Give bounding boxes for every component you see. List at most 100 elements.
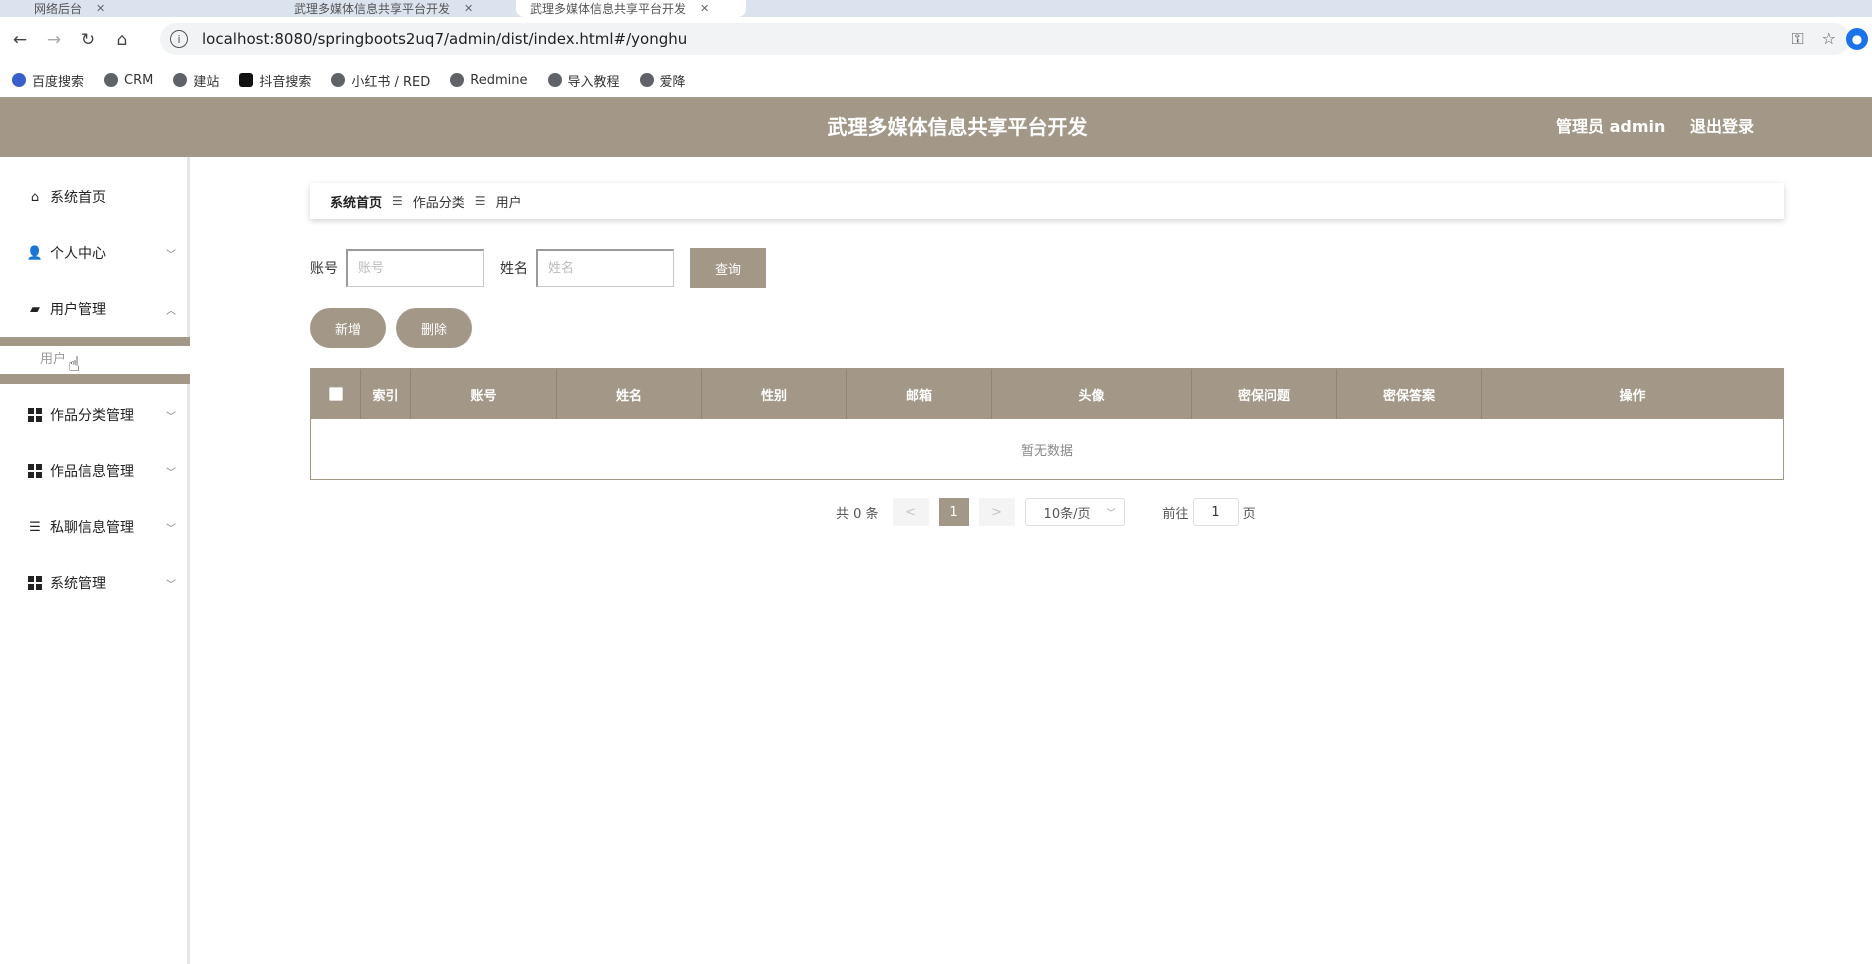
sidebar-item-category-management[interactable]: 作品分类管理 ﹀ <box>0 387 190 443</box>
address-bar: ← → ↻ ⌂ i localhost:8080/springboots2uq7… <box>0 17 1872 63</box>
goto-page-input[interactable] <box>1192 498 1239 526</box>
bookmark-label: CRM <box>124 72 154 88</box>
user-icon: 👤 <box>26 245 44 261</box>
site-info-icon[interactable]: i <box>170 30 188 48</box>
account-label: 账号 <box>310 261 338 277</box>
separator-icon: ☰ <box>392 194 403 208</box>
bookmark-item[interactable]: CRM <box>104 73 153 88</box>
bookmark-label: Redmine <box>470 72 528 88</box>
bookmark-item[interactable]: 导入教程 <box>547 71 620 90</box>
sidebar-item-label: 系统首页 <box>50 190 106 206</box>
sidebar-item-user-management[interactable]: ▰ 用户管理 ︿ <box>0 281 190 337</box>
page-size-select[interactable]: 10条/页 ﹀ <box>1024 498 1125 526</box>
back-icon[interactable]: ← <box>6 26 34 54</box>
star-icon[interactable]: ☆ <box>1822 29 1836 49</box>
tab-label: 武理多媒体信息共享平台开发 <box>530 2 687 16</box>
column-header: 头像 <box>992 369 1192 419</box>
close-icon[interactable]: ✕ <box>464 2 473 15</box>
close-icon[interactable]: ✕ <box>96 2 105 15</box>
breadcrumb-item-category: 作品分类 <box>412 195 465 211</box>
column-header: 性别 <box>702 369 847 419</box>
column-header: 姓名 <box>557 369 702 419</box>
name-input[interactable] <box>536 249 674 287</box>
account-input[interactable] <box>346 249 484 287</box>
globe-icon <box>639 73 654 87</box>
name-label: 姓名 <box>500 261 528 277</box>
grid-icon <box>28 576 42 590</box>
sidebar-item-works-management[interactable]: 作品信息管理 ﹀ <box>0 443 190 499</box>
chevron-down-icon: ﹀ <box>166 467 176 479</box>
chevron-down-icon: ﹀ <box>166 249 176 261</box>
home-icon: ⌂ <box>30 189 40 205</box>
grid-icon <box>28 464 42 478</box>
sidebar-item-label: 系统管理 <box>50 576 106 592</box>
bookmark-item[interactable]: 小红书 / RED <box>331 71 430 90</box>
table-header: 索引 账号 姓名 性别 邮箱 头像 密保问题 密保答案 操作 <box>311 369 1783 419</box>
add-button[interactable]: 新增 <box>310 308 386 348</box>
baidu-icon <box>12 73 26 87</box>
home-icon[interactable]: ⌂ <box>108 26 136 54</box>
query-button[interactable]: 查询 <box>690 248 766 288</box>
sidebar-item-label: 作品分类管理 <box>50 408 134 424</box>
users-table: 索引 账号 姓名 性别 邮箱 头像 密保问题 密保答案 操作 暂无数据 <box>310 368 1784 480</box>
chat-icon: ▰ <box>30 301 40 317</box>
select-all-cell <box>311 369 361 419</box>
logout-button[interactable]: 退出登录 <box>1690 97 1754 157</box>
bookmark-item[interactable]: 爱降 <box>639 71 686 90</box>
bookmark-label: 建站 <box>193 74 220 90</box>
column-header: 邮箱 <box>847 369 992 419</box>
bookmark-label: 小红书 / RED <box>351 74 431 90</box>
key-icon[interactable]: ⚿ <box>1791 29 1803 49</box>
reload-icon[interactable]: ↻ <box>74 26 102 54</box>
tab-label: 武理多媒体信息共享平台开发 <box>294 2 451 16</box>
sidebar-item-label: 作品信息管理 <box>50 464 134 480</box>
next-page-button[interactable]: > <box>978 498 1015 526</box>
tiktok-icon <box>239 73 254 87</box>
column-header: 索引 <box>361 369 411 419</box>
close-icon[interactable]: ✕ <box>700 2 709 15</box>
bookmark-label: 百度搜索 <box>32 74 85 90</box>
admin-label: 管理员 admin <box>1556 117 1666 136</box>
globe-icon <box>173 73 188 87</box>
browser-tab-3[interactable]: 武理多媒体信息共享平台开发 ✕ <box>516 0 746 17</box>
total-count: 共 0 条 <box>836 506 879 522</box>
globe-icon <box>450 73 465 87</box>
forward-icon[interactable]: → <box>40 26 68 54</box>
page-size-value: 10条/页 <box>1043 506 1091 522</box>
column-header: 操作 <box>1619 388 1646 404</box>
url-text: localhost:8080/springboots2uq7/admin/dis… <box>202 30 688 48</box>
bookmark-item[interactable]: Redmine <box>450 72 528 88</box>
chevron-up-icon: ︿ <box>166 305 176 317</box>
select-all-checkbox[interactable] <box>328 387 343 401</box>
sidebar-subitem-users[interactable]: 用户 <box>0 346 190 374</box>
bookmark-item[interactable]: 建站 <box>173 71 219 90</box>
bookmarks-bar: 百度搜索 CRM 建站 抖音搜索 小红书 / RED Redmine 导入教程 … <box>0 63 1872 97</box>
globe-icon <box>547 73 562 87</box>
sidebar-item-personal-center[interactable]: 👤 个人中心 ﹀ <box>0 225 190 281</box>
sliders-icon: ☰ <box>29 519 41 535</box>
browser-tab-1[interactable]: 网络后台 ✕ <box>20 0 270 17</box>
chevron-down-icon: ﹀ <box>166 579 176 591</box>
app-header: 武理多媒体信息共享平台开发 管理员 admin 退出登录 <box>0 97 1872 157</box>
bookmark-label: 抖音搜索 <box>259 74 312 90</box>
bookmark-item[interactable]: 抖音搜索 <box>239 71 311 90</box>
sidebar-item-private-message-management[interactable]: ☰ 私聊信息管理 ﹀ <box>0 499 190 555</box>
action-row: 新增 删除 <box>310 308 472 348</box>
browser-tab-2[interactable]: 武理多媒体信息共享平台开发 ✕ <box>280 0 510 17</box>
prev-page-button[interactable]: < <box>892 498 929 526</box>
url-field[interactable]: i localhost:8080/springboots2uq7/admin/d… <box>160 23 1850 55</box>
column-header: 密保问题 <box>1192 369 1337 419</box>
profile-icon[interactable]: ● <box>1846 28 1868 50</box>
grid-icon <box>28 408 42 422</box>
delete-button[interactable]: 删除 <box>396 308 472 348</box>
sidebar-item-home[interactable]: ⌂ 系统首页 <box>0 169 190 225</box>
breadcrumb: 系统首页 ☰ 作品分类 ☰ 用户 <box>310 183 1784 219</box>
bookmark-label: 爱降 <box>659 74 686 90</box>
page-number[interactable]: 1 <box>938 498 969 526</box>
bookmark-item[interactable]: 百度搜索 <box>12 71 84 90</box>
globe-icon <box>331 73 346 87</box>
breadcrumb-item-home[interactable]: 系统首页 <box>330 192 382 211</box>
sidebar-item-system-management[interactable]: 系统管理 ﹀ <box>0 555 190 611</box>
sidebar-item-label: 个人中心 <box>50 246 106 262</box>
goto-label: 前往 <box>1162 506 1189 522</box>
